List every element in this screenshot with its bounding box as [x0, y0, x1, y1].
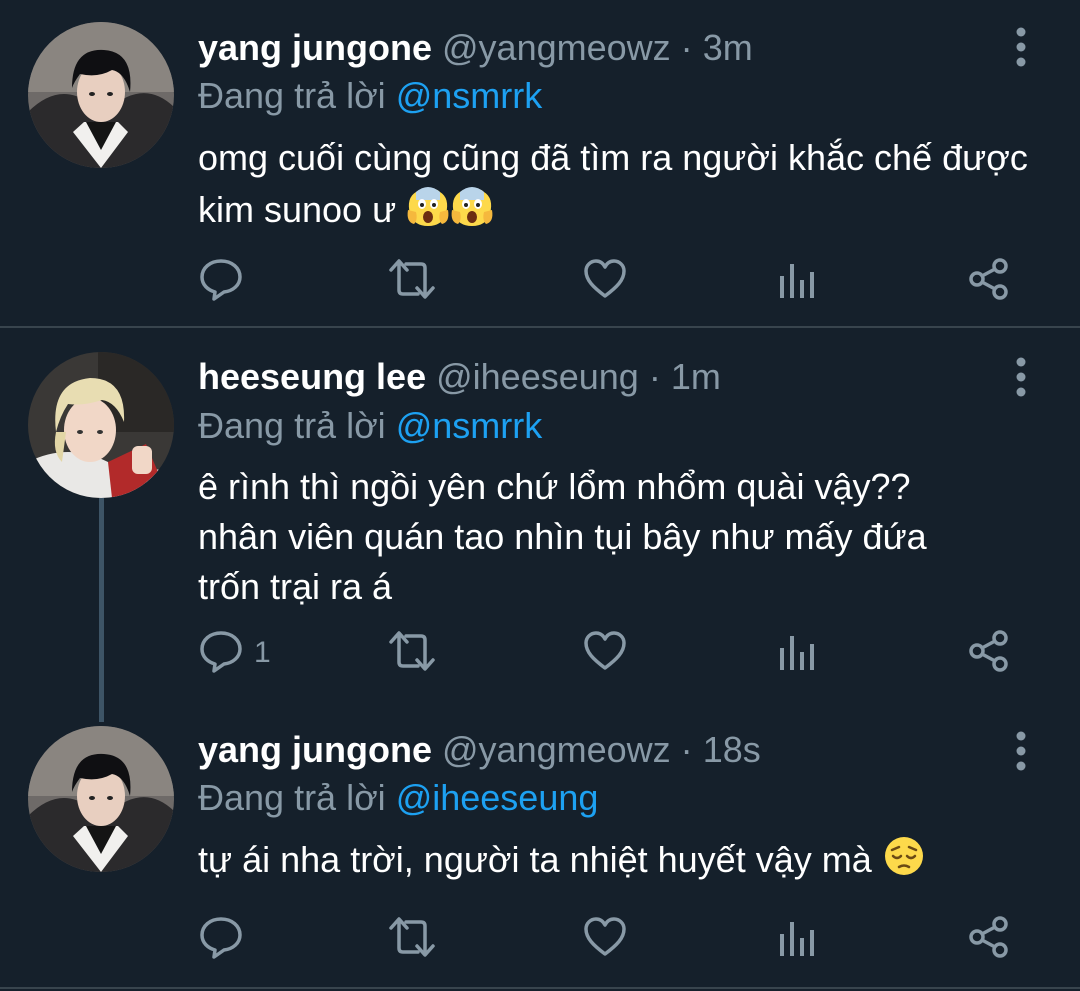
- analytics-button[interactable]: [777, 258, 817, 304]
- more-vertical-icon[interactable]: [1004, 24, 1038, 70]
- tweet-header: yang jungone @yangmeowz · 3m: [198, 26, 753, 70]
- share-button[interactable]: [967, 914, 1011, 965]
- reply-button[interactable]: 1: [198, 630, 271, 676]
- tweet-actions: [0, 256, 1080, 308]
- tweet-text: tự ái nha trời, người ta nhiệt huyết vậy…: [198, 834, 1048, 892]
- display-name[interactable]: heeseung lee: [198, 356, 426, 397]
- replying-to-label: Đang trả lời: [198, 75, 386, 116]
- tweet-actions: 1: [0, 628, 1080, 680]
- avatar[interactable]: [28, 726, 174, 872]
- mention-link[interactable]: @iheeseung: [396, 777, 599, 818]
- tweet-text-content: omg cuối cùng cũng đã tìm ra người khắc …: [198, 137, 1028, 230]
- mention-link[interactable]: @nsmrrk: [396, 405, 543, 446]
- user-handle[interactable]: @yangmeowz: [442, 27, 671, 68]
- replying-to-label: Đang trả lời: [198, 777, 386, 818]
- separator-dot: ·: [648, 356, 661, 397]
- tweet-text: omg cuối cùng cũng đã tìm ra người khắc …: [198, 132, 1048, 242]
- retweet-button[interactable]: [388, 916, 436, 962]
- like-button[interactable]: [583, 258, 627, 304]
- share-icon: [967, 914, 1011, 965]
- retweet-icon: [388, 628, 436, 679]
- like-button[interactable]: [583, 916, 627, 962]
- heart-icon: [583, 628, 627, 679]
- analytics-icon: [777, 256, 817, 307]
- avatar[interactable]: [28, 22, 174, 168]
- reply-button[interactable]: [198, 258, 254, 304]
- avatar[interactable]: [28, 352, 174, 498]
- separator-dot: ·: [680, 27, 693, 68]
- tweet-header: yang jungone @yangmeowz · 18s: [198, 728, 761, 772]
- reply-count: 1: [254, 636, 271, 669]
- analytics-icon: [777, 914, 817, 965]
- timestamp[interactable]: 1m: [671, 356, 721, 397]
- replying-to: Đang trả lời @iheeseung: [198, 776, 598, 820]
- tweet[interactable]: heeseung lee @iheeseung · 1m Đang trả lờ…: [0, 328, 1080, 718]
- tweet-divider: [0, 987, 1080, 989]
- tweet-text-content: tự ái nha trời, người ta nhiệt huyết vậy…: [198, 839, 872, 880]
- separator-dot: ·: [680, 729, 693, 770]
- like-button[interactable]: [583, 630, 627, 676]
- retweet-button[interactable]: [388, 630, 436, 676]
- reply-icon: [198, 256, 244, 307]
- tweet-text-content: ê rình thì ngồi yên chứ lổm nhổm quài vậ…: [198, 466, 927, 607]
- retweet-icon: [388, 914, 436, 965]
- more-vertical-icon[interactable]: [1004, 354, 1038, 400]
- user-handle[interactable]: @yangmeowz: [442, 729, 671, 770]
- display-name[interactable]: yang jungone: [198, 729, 432, 770]
- timestamp[interactable]: 18s: [703, 729, 761, 770]
- replying-to: Đang trả lời @nsmrrk: [198, 404, 542, 448]
- share-button[interactable]: [967, 628, 1011, 679]
- reply-icon: [198, 628, 244, 679]
- retweet-icon: [388, 256, 436, 307]
- mention-link[interactable]: @nsmrrk: [396, 75, 543, 116]
- tweet-text: ê rình thì ngồi yên chứ lổm nhổm quài vậ…: [198, 462, 998, 612]
- reply-button[interactable]: [198, 916, 254, 962]
- display-name[interactable]: yang jungone: [198, 27, 432, 68]
- pensive-face-icon: [882, 834, 926, 892]
- analytics-button[interactable]: [777, 916, 817, 962]
- analytics-icon: [777, 628, 817, 679]
- screaming-face-icon: [450, 184, 494, 242]
- replying-to: Đang trả lời @nsmrrk: [198, 74, 542, 118]
- heart-icon: [583, 256, 627, 307]
- tweet[interactable]: yang jungone @yangmeowz · 3m Đang trả lờ…: [0, 0, 1080, 326]
- user-handle[interactable]: @iheeseung: [436, 356, 639, 397]
- screaming-face-icon: [406, 184, 450, 242]
- replying-to-label: Đang trả lời: [198, 405, 386, 446]
- heart-icon: [583, 914, 627, 965]
- retweet-button[interactable]: [388, 258, 436, 304]
- timestamp[interactable]: 3m: [703, 27, 753, 68]
- tweet-header: heeseung lee @iheeseung · 1m: [198, 355, 721, 399]
- tweet[interactable]: yang jungone @yangmeowz · 18s Đang trả l…: [0, 718, 1080, 988]
- share-icon: [967, 628, 1011, 679]
- analytics-button[interactable]: [777, 630, 817, 676]
- share-button[interactable]: [967, 256, 1011, 307]
- tweet-actions: [0, 914, 1080, 966]
- more-vertical-icon[interactable]: [1004, 728, 1038, 774]
- share-icon: [967, 256, 1011, 307]
- tweet-feed: yang jungone @yangmeowz · 3m Đang trả lờ…: [0, 0, 1080, 991]
- reply-icon: [198, 914, 244, 965]
